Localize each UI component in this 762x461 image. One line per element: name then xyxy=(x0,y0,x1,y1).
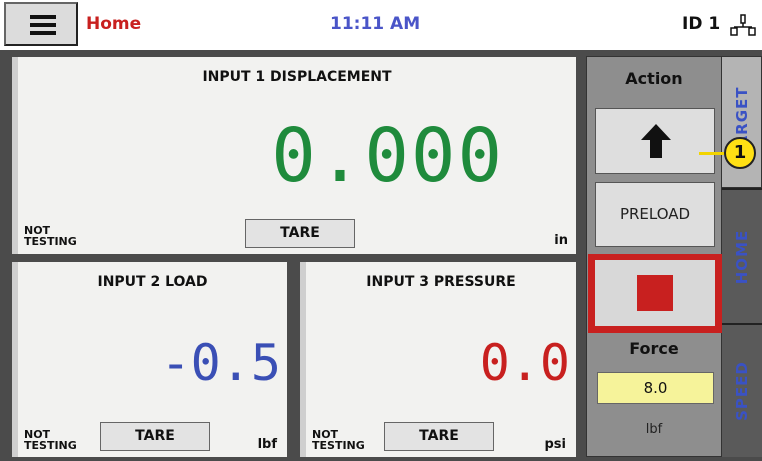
input3-value: 0.0 xyxy=(479,334,570,392)
input3-status: NOT TESTING xyxy=(312,428,365,452)
input2-title: INPUT 2 LOAD xyxy=(97,274,208,290)
tab-home-label: HOME xyxy=(733,229,751,284)
input3-tare-button[interactable]: TARE xyxy=(384,422,494,451)
up-arrow-icon xyxy=(641,124,671,158)
network-icon xyxy=(730,14,756,36)
input2-unit: lbf xyxy=(257,437,277,452)
stop-button-frame xyxy=(588,254,722,333)
input2-status: NOT TESTING xyxy=(24,428,77,452)
move-up-button[interactable] xyxy=(595,108,715,174)
input2-tare-button[interactable]: TARE xyxy=(100,422,210,451)
callout-leader xyxy=(699,152,727,155)
clock: 11:11 AM xyxy=(330,14,421,34)
main-area: INPUT 1 DISPLACEMENT 0.000 NOT TESTING TA… xyxy=(0,50,762,461)
page-title: Home xyxy=(86,14,142,34)
preload-button[interactable]: PRELOAD xyxy=(595,182,715,247)
action-label: Action xyxy=(625,69,683,88)
input2-value: -0.5 xyxy=(160,334,281,392)
menu-button[interactable] xyxy=(4,2,78,46)
tab-home[interactable]: HOME xyxy=(722,188,762,323)
input1-tare-button[interactable]: TARE xyxy=(245,219,355,248)
input1-unit: in xyxy=(554,233,568,248)
input3-panel: INPUT 3 PRESSURE 0.0 NOT TESTING TARE psi xyxy=(300,262,576,457)
input3-unit: psi xyxy=(544,437,567,452)
input1-title: INPUT 1 DISPLACEMENT xyxy=(202,69,392,85)
input1-status: NOT TESTING xyxy=(24,224,77,248)
tab-speed[interactable]: SPEED xyxy=(722,323,762,457)
control-column: Action PRELOAD Force 8.0 lbf xyxy=(586,56,722,457)
stop-button[interactable] xyxy=(595,260,715,326)
device-id: ID 1 xyxy=(682,14,721,34)
input3-title: INPUT 3 PRESSURE xyxy=(366,274,516,290)
input1-panel: INPUT 1 DISPLACEMENT 0.000 NOT TESTING TA… xyxy=(12,57,576,254)
tab-speed-label: SPEED xyxy=(733,361,751,421)
force-value-field[interactable]: 8.0 xyxy=(597,372,714,404)
input1-value: 0.000 xyxy=(271,113,504,199)
force-unit: lbf xyxy=(645,422,663,437)
force-label: Force xyxy=(629,339,679,358)
stop-icon xyxy=(637,275,673,311)
input2-panel: INPUT 2 LOAD -0.5 NOT TESTING TARE lbf xyxy=(12,262,287,457)
callout-badge: 1 xyxy=(724,137,756,169)
header-bar: Home 11:11 AM ID 1 xyxy=(0,0,762,50)
